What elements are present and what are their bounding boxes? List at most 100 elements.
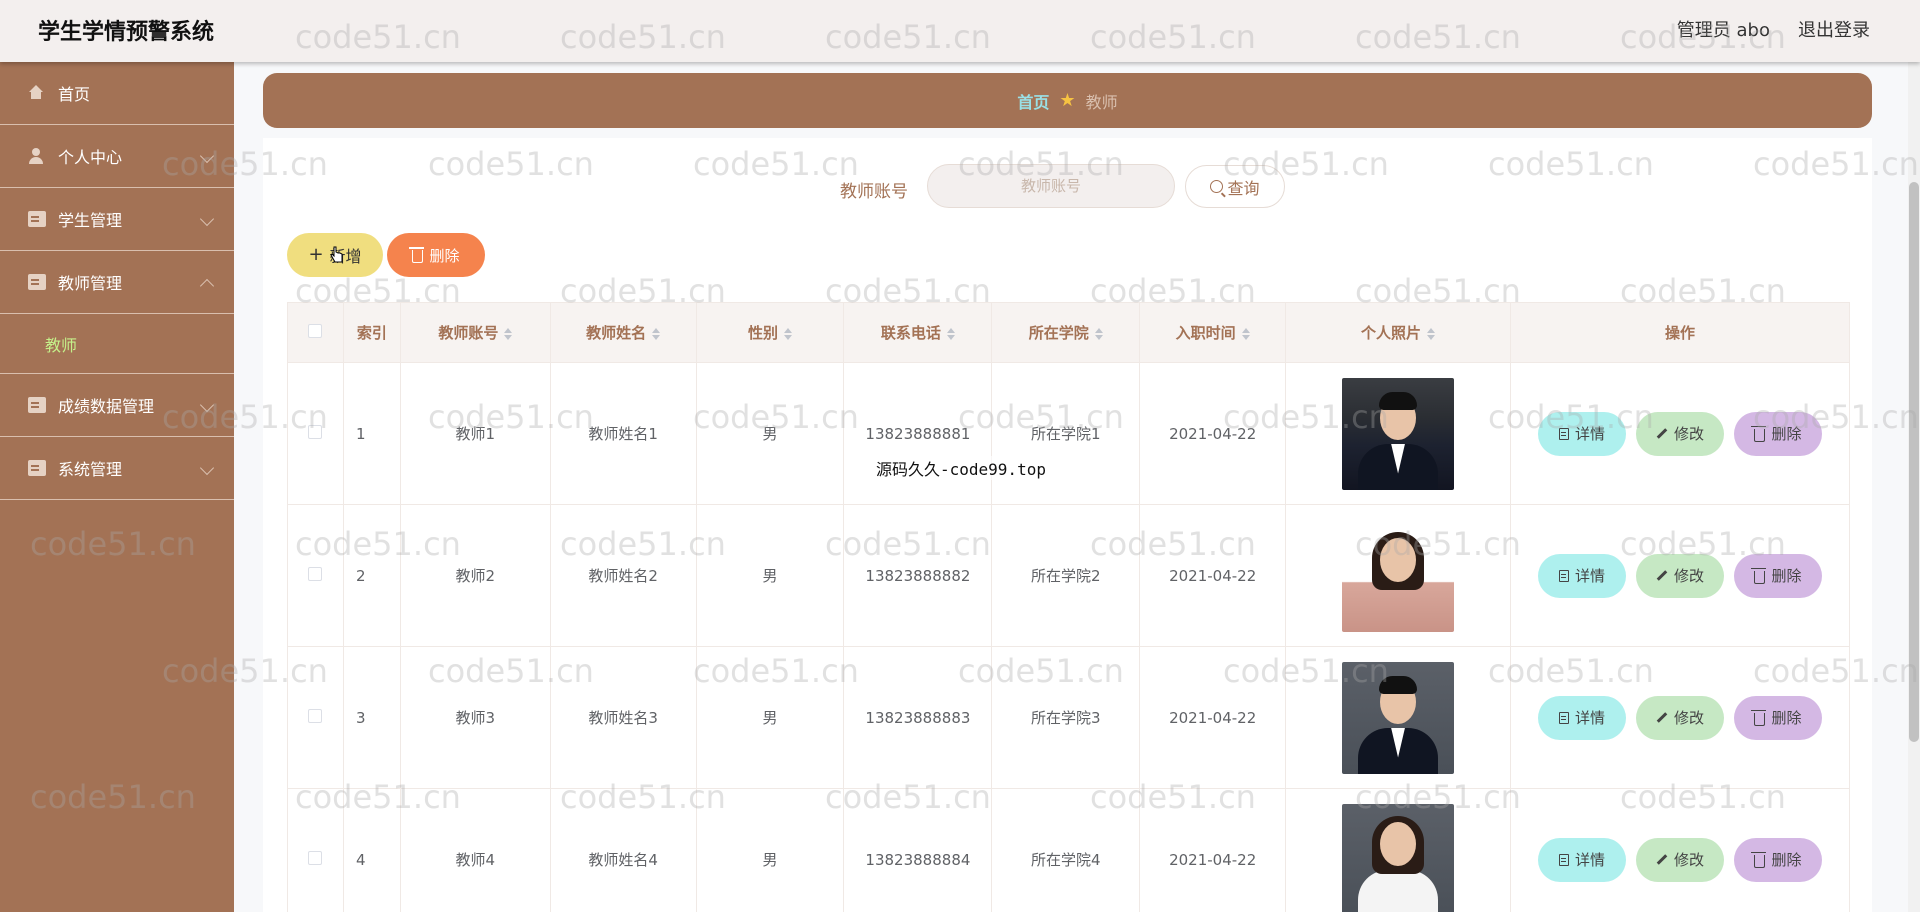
column-header-photo[interactable]: 个人照片 <box>1285 302 1511 363</box>
teacher-photo[interactable] <box>1342 803 1455 912</box>
sidebar-item-teacher-management[interactable]: 教师管理 <box>0 251 234 314</box>
column-header-index: 索引 <box>342 302 401 363</box>
column-header-college[interactable]: 所在学院 <box>991 302 1141 363</box>
overlay-watermark-text: 源码久久-code99.top <box>876 456 1046 480</box>
search-button-label: 查询 <box>1227 178 1260 198</box>
doc-icon <box>28 397 46 413</box>
detail-button[interactable]: 详情 <box>1537 411 1626 456</box>
row-checkbox[interactable] <box>308 424 323 439</box>
cell-gender: 男 <box>695 788 845 912</box>
search-button[interactable]: 查询 <box>1185 165 1285 208</box>
edit-icon <box>1656 570 1668 581</box>
batch-delete-button[interactable]: 删除 <box>387 233 485 277</box>
cell-phone: 13823888884 <box>843 788 993 912</box>
delete-button-label: 删除 <box>429 246 460 265</box>
sidebar-item-home[interactable]: 首页 <box>0 62 234 125</box>
cell-college: 所在学院2 <box>991 504 1141 647</box>
cell-hire-date: 2021-04-22 <box>1139 504 1287 647</box>
cell-index: 4 <box>342 788 401 912</box>
cell-account: 教师3 <box>399 646 551 789</box>
cell-index: 3 <box>342 646 401 789</box>
edit-button[interactable]: 修改 <box>1635 695 1724 740</box>
cell-hire-date: 2021-04-22 <box>1139 788 1287 912</box>
column-header-name[interactable]: 教师姓名 <box>549 302 697 363</box>
cell-gender: 男 <box>695 504 845 647</box>
teacher-photo[interactable] <box>1342 519 1455 632</box>
delete-button[interactable]: 删除 <box>1733 695 1822 740</box>
trash-icon <box>1751 425 1767 442</box>
cell-college: 所在学院4 <box>991 788 1141 912</box>
chevron-down-icon <box>199 397 215 413</box>
column-header-gender[interactable]: 性别 <box>695 302 845 363</box>
breadcrumb: 首页 ★ 教师 <box>263 73 1872 128</box>
teacher-photo[interactable] <box>1342 661 1455 774</box>
cell-name: 教师姓名3 <box>549 646 697 789</box>
scrollbar[interactable] <box>1908 62 1920 912</box>
document-icon <box>1558 711 1569 724</box>
sort-icon[interactable] <box>504 327 513 340</box>
detail-button[interactable]: 详情 <box>1537 695 1626 740</box>
delete-button[interactable]: 删除 <box>1733 837 1822 882</box>
trash-icon <box>1751 567 1767 584</box>
delete-button[interactable]: 删除 <box>1733 411 1822 456</box>
app-title: 学生学情预警系统 <box>38 20 215 45</box>
sidebar-item-score-management[interactable]: 成绩数据管理 <box>0 374 234 437</box>
sort-icon[interactable] <box>946 327 955 340</box>
top-header: 学生学情预警系统 管理员 abo 退出登录 <box>0 0 1920 62</box>
edit-icon <box>1656 854 1668 865</box>
chevron-down-icon <box>199 148 215 164</box>
select-all-cell <box>287 302 344 363</box>
sidebar-item-student-management[interactable]: 学生管理 <box>0 188 234 251</box>
sort-icon[interactable] <box>1241 327 1250 340</box>
document-icon <box>1558 427 1569 440</box>
scroll-thumb[interactable] <box>1909 182 1919 742</box>
breadcrumb-home[interactable]: 首页 <box>1017 89 1049 113</box>
teacher-photo[interactable] <box>1342 377 1455 490</box>
search-icon <box>1210 180 1224 193</box>
sort-icon[interactable] <box>1427 327 1436 340</box>
edit-icon <box>1656 428 1668 439</box>
chevron-up-icon <box>199 278 215 294</box>
sidebar-subitem-teacher[interactable]: 教师 <box>0 314 234 374</box>
logout-button[interactable]: 退出登录 <box>1798 16 1870 42</box>
edit-icon <box>1656 712 1668 723</box>
sidebar-item-system-management[interactable]: 系统管理 <box>0 437 234 500</box>
row-checkbox[interactable] <box>308 708 323 723</box>
sidebar-item-personal-center[interactable]: 个人中心 <box>0 125 234 188</box>
column-header-hire-date[interactable]: 入职时间 <box>1139 302 1287 363</box>
sidebar-item-label: 个人中心 <box>58 148 123 167</box>
table-header-row: 索引 教师账号 教师姓名 性别 联系电话 所在学院 入职时间 个人照片 操作 <box>287 302 1851 363</box>
edit-button[interactable]: 修改 <box>1635 837 1724 882</box>
breadcrumb-current: 教师 <box>1085 92 1118 112</box>
column-header-phone[interactable]: 联系电话 <box>843 302 993 363</box>
detail-button[interactable]: 详情 <box>1537 553 1626 598</box>
table-row: 1 教师1 教师姓名1 男 13823888881 所在学院1 2021-04-… <box>287 362 1851 505</box>
cell-hire-date: 2021-04-22 <box>1139 362 1287 505</box>
edit-button[interactable]: 修改 <box>1635 553 1724 598</box>
column-header-account[interactable]: 教师账号 <box>399 302 551 363</box>
table-row: 4 教师4 教师姓名4 男 13823888884 所在学院4 2021-04-… <box>287 788 1851 912</box>
cell-gender: 男 <box>695 362 845 505</box>
edit-button[interactable]: 修改 <box>1635 411 1724 456</box>
sidebar-item-label: 首页 <box>58 85 91 104</box>
teacher-table: 索引 教师账号 教师姓名 性别 联系电话 所在学院 入职时间 个人照片 操作 1… <box>287 302 1851 912</box>
row-checkbox[interactable] <box>308 850 323 865</box>
row-checkbox[interactable] <box>308 566 323 581</box>
delete-button[interactable]: 删除 <box>1733 553 1822 598</box>
select-all-checkbox[interactable] <box>308 323 323 338</box>
doc-icon <box>28 274 46 290</box>
cell-index: 2 <box>342 504 401 647</box>
hand-cursor-icon <box>330 246 343 263</box>
sort-icon[interactable] <box>784 327 793 340</box>
cell-phone: 13823888883 <box>843 646 993 789</box>
user-label[interactable]: 管理员 abo <box>1677 16 1770 42</box>
sort-icon[interactable] <box>652 327 661 340</box>
sort-icon[interactable] <box>1094 327 1103 340</box>
main-content: 教师账号 查询 + 新增 删除 索引 教师账号 教师姓名 性别 联系电话 所在学… <box>263 138 1872 912</box>
detail-button[interactable]: 详情 <box>1537 837 1626 882</box>
search-input[interactable] <box>927 164 1175 208</box>
sidebar-item-label: 教师管理 <box>58 274 123 293</box>
sidebar-item-label: 系统管理 <box>58 460 123 479</box>
cell-account: 教师4 <box>399 788 551 912</box>
search-label: 教师账号 <box>840 182 908 202</box>
